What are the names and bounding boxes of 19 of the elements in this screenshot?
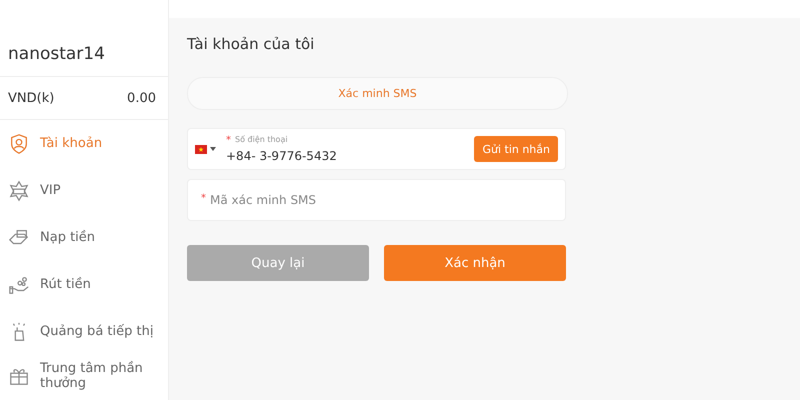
sidebar-item[interactable]: Nạp tiền: [0, 214, 168, 261]
phone-value: +84- 3-9776-5432: [226, 149, 338, 163]
caret-icon: [210, 147, 216, 151]
username: nanostar14: [0, 0, 168, 77]
sidebar-item[interactable]: Trung tâm phần thưởng: [0, 355, 156, 391]
required-mark: *: [201, 193, 206, 204]
currency-label: VND(k): [8, 90, 54, 106]
sidebar-item[interactable]: Tài khoản: [0, 120, 168, 167]
field-label: Số điện thoại: [235, 135, 288, 146]
balance-value: 0.00: [127, 90, 156, 106]
flag-dropdown[interactable]: [195, 144, 216, 154]
page-title: Tài khoản của tôi: [187, 35, 314, 55]
shield-user-icon: [8, 132, 30, 154]
required-mark: *: [226, 135, 231, 146]
vietnam-flag-icon: [195, 144, 207, 154]
sidebar-item[interactable]: VIP: [0, 167, 168, 214]
phone-field[interactable]: * Số điện thoại +84- 3-9776-5432 Gửi tin nhắn: [187, 128, 566, 170]
sidebar-item[interactable]: Quảng bá tiếp thị: [0, 308, 168, 355]
sidebar-item[interactable]: Rút tiền: [0, 261, 168, 308]
